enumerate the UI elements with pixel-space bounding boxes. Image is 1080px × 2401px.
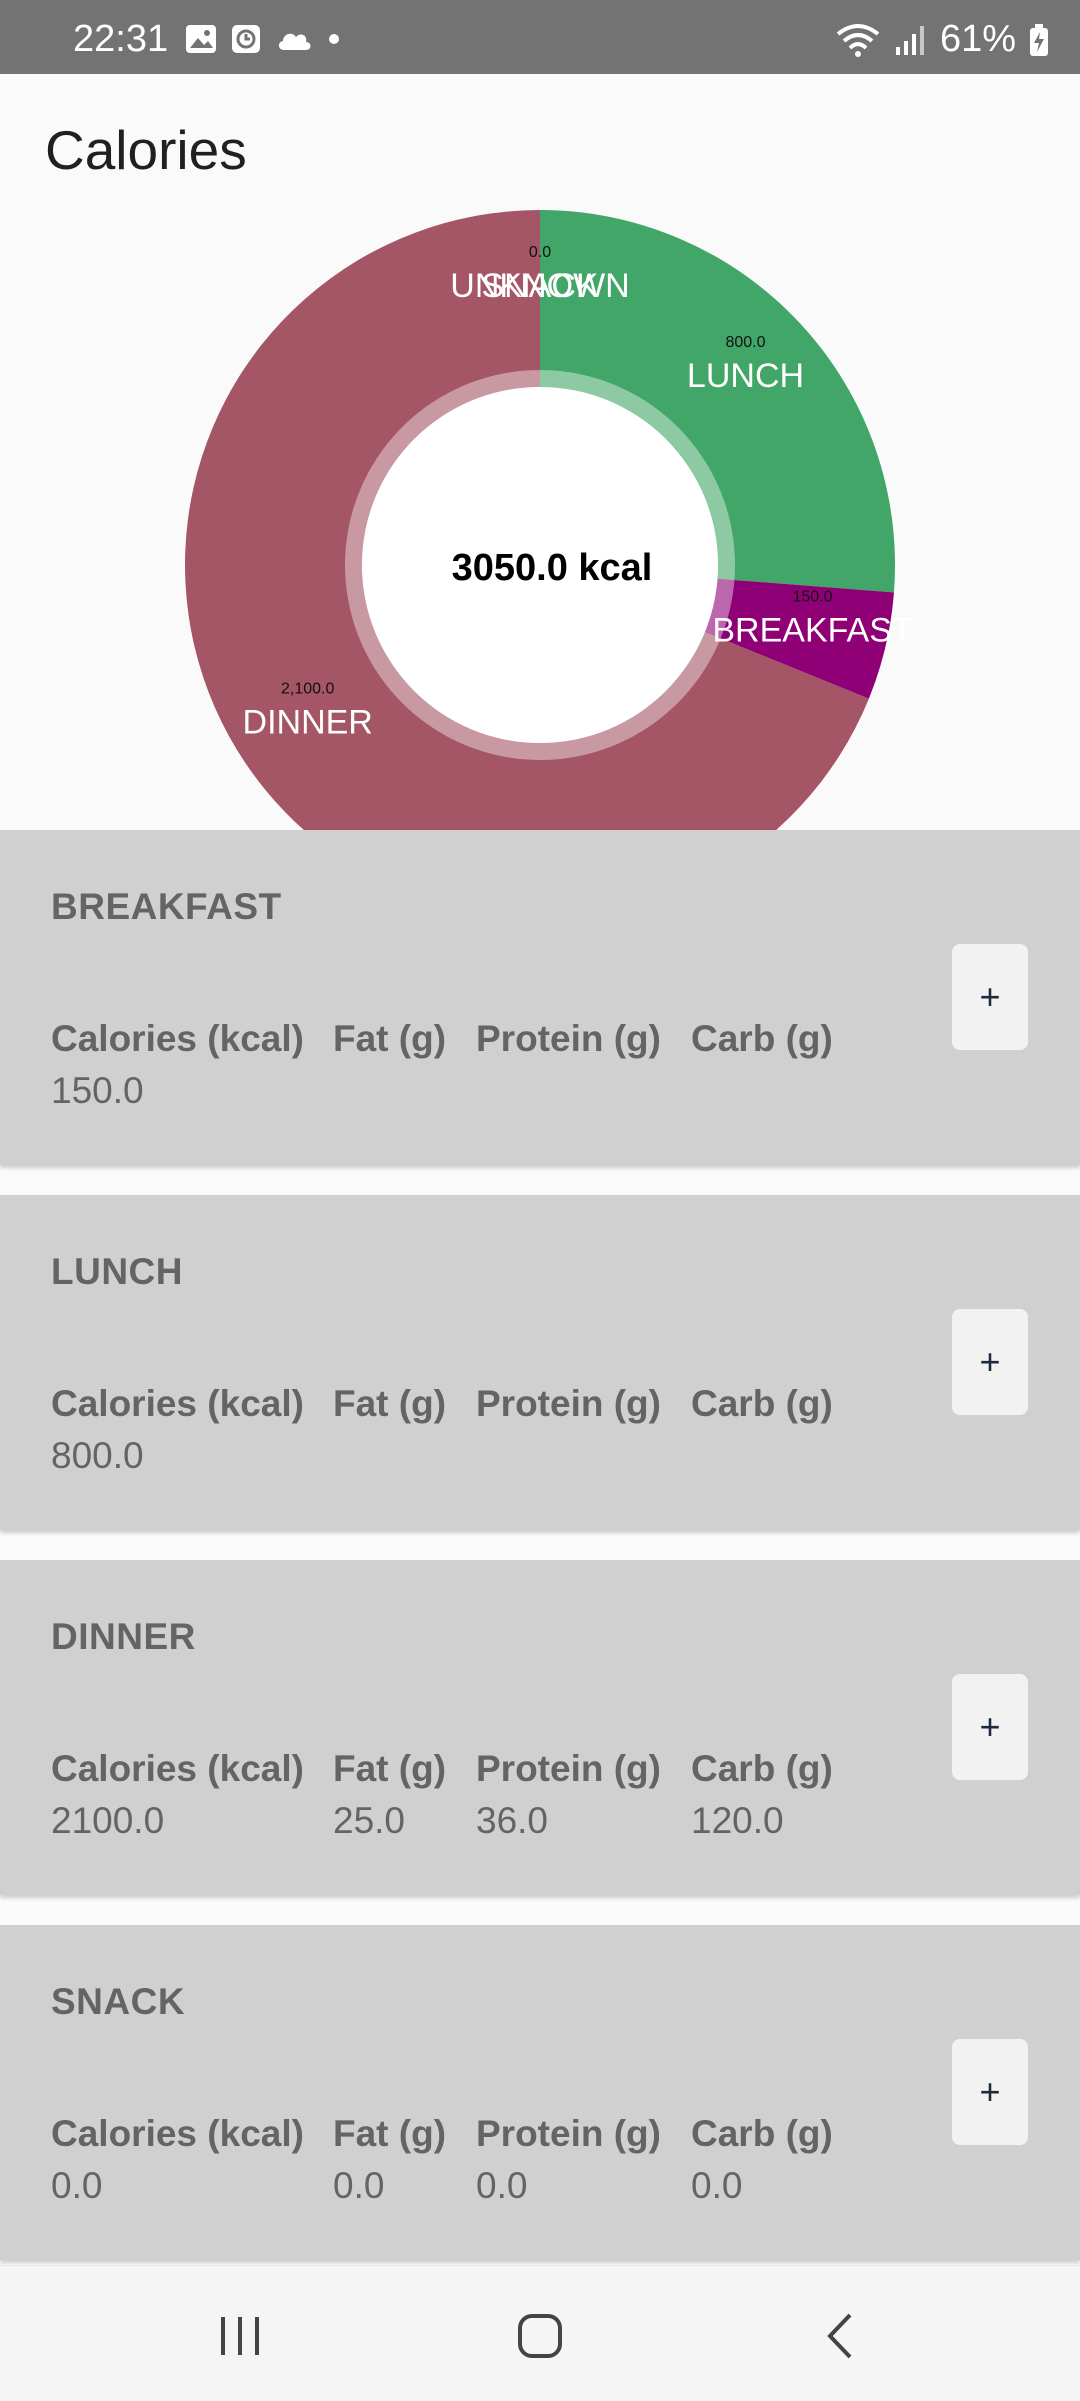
gallery-icon [186,25,216,53]
page-title: Calories [45,119,247,181]
navigation-bar [0,2265,1080,2401]
battery-percentage: 61% [939,18,1016,60]
add-breakfast-button[interactable]: + [952,944,1028,1050]
meal-title: DINNER [51,1616,196,1657]
calories-header: Calories (kcal) [51,1018,304,1059]
status-bar: 22:31 61% [0,0,1080,74]
signal-icon [895,25,924,55]
protein-value: 0.0 [476,2165,528,2206]
slice-label-dinner: DINNER [243,703,373,741]
value-label-dinner: 2,100.0 [281,680,334,697]
carb-header: Carb (g) [691,1748,833,1789]
calories-value: 800.0 [51,1435,144,1476]
chart-center-label: 3050.0 kcal [452,547,653,589]
carb-header: Carb (g) [691,2113,833,2154]
dot-icon [329,34,339,44]
carb-value: 0.0 [691,2165,743,2206]
calories-value: 2100.0 [51,1800,165,1841]
meal-card-dinner: DINNER Calories (kcal) Fat (g) Protein (… [0,1560,1080,1895]
meal-card-breakfast: BREAKFAST Calories (kcal) Fat (g) Protei… [0,830,1080,1165]
meal-card-lunch: LUNCH Calories (kcal) Fat (g) Protein (g… [0,1195,1080,1530]
carb-header: Carb (g) [691,1018,833,1059]
home-icon [518,2314,562,2358]
value-label-lunch: 800.0 [725,334,765,351]
add-dinner-button[interactable]: + [952,1674,1028,1780]
fat-header: Fat (g) [333,1748,447,1789]
protein-value: 36.0 [476,1800,549,1841]
battery-charging-icon [1030,23,1048,56]
fat-value: 25.0 [333,1800,406,1841]
status-time: 22:31 [73,18,169,60]
system-icons: 61% [834,18,1050,61]
slice-label-breakfast: BREAKFAST [712,611,912,649]
wifi-icon [836,23,880,57]
carb-value: 120.0 [691,1800,784,1841]
alarm-icon [232,25,260,53]
fat-value: 0.0 [333,2165,385,2206]
recent-apps-button[interactable] [200,2306,280,2366]
meal-cards: BREAKFAST Calories (kcal) Fat (g) Protei… [0,830,1080,2290]
fat-header: Fat (g) [333,2113,447,2154]
calories-header: Calories (kcal) [51,1383,304,1424]
carb-header: Carb (g) [691,1383,833,1424]
calories-header: Calories (kcal) [51,2113,304,2154]
slice-label-unknown: UNKNOWN [450,267,629,305]
home-button[interactable] [500,2306,580,2366]
notification-icons [185,24,341,54]
meal-title: BREAKFAST [51,886,282,927]
add-lunch-button[interactable]: + [952,1309,1028,1415]
donut-chart-svg: 3050.0 kcal 800.0 LUNCH 150.0 BREAKFAST 2,10… [185,210,913,830]
calories-value: 0.0 [51,2165,103,2206]
add-snack-button[interactable]: + [952,2039,1028,2145]
back-icon [827,2313,852,2359]
recent-apps-icon [221,2317,259,2355]
protein-header: Protein (g) [476,1748,661,1789]
meal-card-snack: SNACK Calories (kcal) Fat (g) Protein (g… [0,1925,1080,2260]
protein-header: Protein (g) [476,1018,661,1059]
calories-header: Calories (kcal) [51,1748,304,1789]
protein-header: Protein (g) [476,1383,661,1424]
meal-title: LUNCH [51,1251,183,1292]
calories-donut-chart: 3050.0 kcal 800.0 LUNCH 150.0 BREAKFAST 2,10… [0,190,1080,830]
value-label-breakfast: 150.0 [792,588,832,605]
protein-header: Protein (g) [476,2113,661,2154]
meal-title: SNACK [51,1981,186,2022]
slice-label-lunch: LUNCH [687,357,804,395]
cloud-icon [278,33,311,50]
calories-value: 150.0 [51,1070,144,1111]
fat-header: Fat (g) [333,1018,447,1059]
back-button[interactable] [800,2306,880,2366]
fat-header: Fat (g) [333,1383,447,1424]
value-label-snack: 0.0 [529,244,551,261]
